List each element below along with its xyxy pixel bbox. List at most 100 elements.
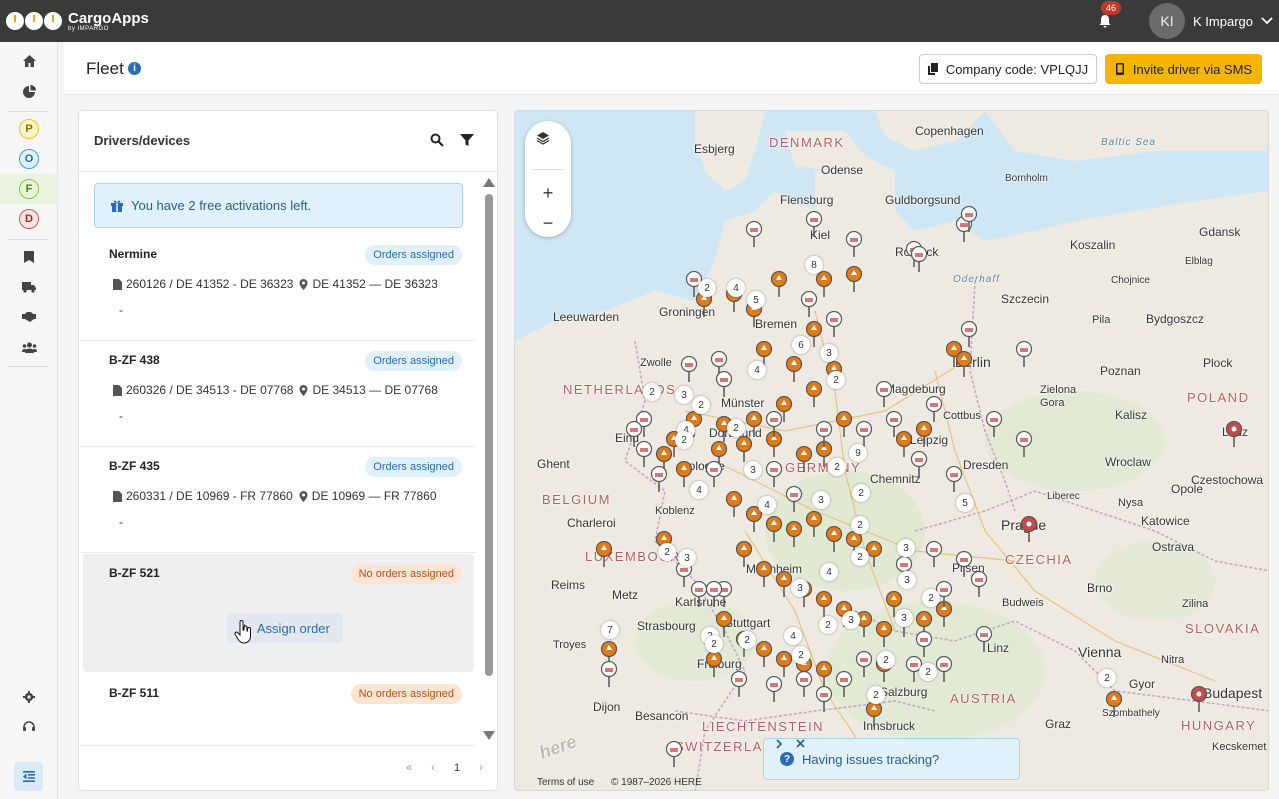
cluster-marker[interactable]: 3: [842, 611, 860, 629]
cluster-marker[interactable]: 2: [828, 458, 846, 476]
cluster-marker[interactable]: 4: [748, 361, 766, 379]
vehicle-marker[interactable]: [1225, 421, 1243, 447]
cluster-marker[interactable]: 3: [791, 579, 809, 597]
vehicle-marker[interactable]: [935, 656, 953, 682]
close-icon[interactable]: [796, 739, 805, 748]
cluster-marker[interactable]: 2: [792, 646, 810, 664]
cluster-marker[interactable]: 3: [820, 344, 838, 362]
cluster-marker[interactable]: 2: [675, 431, 693, 449]
cluster-marker[interactable]: 2: [705, 635, 723, 653]
vehicle-marker[interactable]: [825, 526, 843, 552]
vehicle-marker[interactable]: [925, 396, 943, 422]
cluster-marker[interactable]: 2: [1098, 669, 1116, 687]
cluster-marker[interactable]: 2: [738, 631, 756, 649]
vehicle-marker[interactable]: [910, 246, 928, 272]
cluster-marker[interactable]: 2: [727, 419, 745, 437]
user-menu[interactable]: KI K Impargo: [1149, 3, 1273, 39]
cluster-marker[interactable]: 2: [851, 516, 869, 534]
cluster-marker[interactable]: 2: [852, 484, 870, 502]
vehicle-marker[interactable]: [1020, 516, 1038, 542]
vehicle-marker[interactable]: [815, 591, 833, 617]
sidebar-item-vehicles[interactable]: [0, 272, 58, 302]
cluster-marker[interactable]: 2: [851, 548, 869, 566]
vehicle-marker[interactable]: [805, 211, 823, 237]
vehicle-marker[interactable]: [775, 651, 793, 677]
vehicle-marker[interactable]: [915, 631, 933, 657]
vehicle-marker[interactable]: [735, 541, 753, 567]
cluster-marker[interactable]: 4: [758, 496, 776, 514]
vehicle-marker[interactable]: [745, 221, 763, 247]
current-page[interactable]: 1: [445, 762, 469, 774]
notifications-button[interactable]: 46: [1095, 1, 1122, 31]
scroll-up-icon[interactable]: [483, 178, 495, 187]
vehicle-marker[interactable]: [705, 581, 723, 607]
driver-row[interactable]: Nermine Orders assigned 260126 / DE 4135…: [81, 235, 476, 341]
driver-row[interactable]: B-ZF 521 No orders assigned + Assign ord…: [83, 554, 474, 672]
vehicle-marker[interactable]: [665, 741, 683, 767]
vehicle-marker[interactable]: [1015, 341, 1033, 367]
tracking-help-banner[interactable]: ? Having issues tracking?: [763, 738, 1020, 780]
vehicle-marker[interactable]: [835, 411, 853, 437]
cluster-marker[interactable]: 7: [601, 621, 619, 639]
vehicle-marker[interactable]: [730, 671, 748, 697]
cluster-marker[interactable]: 3: [897, 539, 915, 557]
sidebar-collapse-button[interactable]: [14, 762, 43, 791]
next-page-button[interactable]: ›: [469, 762, 493, 774]
vehicle-marker[interactable]: [1190, 686, 1208, 712]
cluster-marker[interactable]: 3: [898, 571, 916, 589]
cluster-marker[interactable]: 9: [849, 444, 867, 462]
vehicle-marker[interactable]: [765, 516, 783, 542]
vehicle-marker[interactable]: [910, 451, 928, 477]
driver-row[interactable]: B-ZF 435 Orders assigned 260331 / DE 109…: [81, 447, 476, 553]
vehicle-marker[interactable]: [855, 651, 873, 677]
scrollbar[interactable]: [482, 178, 495, 743]
vehicle-marker[interactable]: [805, 511, 823, 537]
layers-button[interactable]: [536, 131, 560, 155]
vehicle-marker[interactable]: [800, 291, 818, 317]
cluster-marker[interactable]: 2: [658, 543, 676, 561]
scroll-down-icon[interactable]: [483, 731, 495, 740]
cluster-marker[interactable]: 5: [956, 494, 974, 512]
driver-row[interactable]: B-ZF 438 Orders assigned 260326 / DE 345…: [81, 341, 476, 447]
vehicle-marker[interactable]: [845, 266, 863, 292]
terms-link[interactable]: Terms of use: [537, 777, 594, 788]
vehicle-marker[interactable]: [835, 671, 853, 697]
vehicle-marker[interactable]: [650, 466, 668, 492]
vehicle-marker[interactable]: [705, 461, 723, 487]
vehicle-marker[interactable]: [805, 381, 823, 407]
vehicle-marker[interactable]: [735, 436, 753, 462]
vehicle-marker[interactable]: [955, 351, 973, 377]
cluster-marker[interactable]: 2: [819, 616, 837, 634]
cluster-marker[interactable]: 2: [698, 279, 716, 297]
cluster-marker[interactable]: 2: [877, 651, 895, 669]
vehicle-marker[interactable]: [770, 271, 788, 297]
vehicle-marker[interactable]: [845, 231, 863, 257]
cluster-marker[interactable]: 4: [690, 481, 708, 499]
filter-icon[interactable]: [460, 133, 474, 147]
cluster-marker[interactable]: 4: [727, 279, 745, 297]
vehicle-marker[interactable]: [625, 421, 643, 447]
sidebar-item-d[interactable]: D: [0, 204, 58, 234]
vehicle-marker[interactable]: [1105, 691, 1123, 717]
vehicle-marker[interactable]: [755, 641, 773, 667]
vehicle-marker[interactable]: [815, 421, 833, 447]
sidebar-item-partners[interactable]: [0, 302, 58, 332]
vehicle-marker[interactable]: [680, 356, 698, 382]
vehicle-marker[interactable]: [725, 491, 743, 517]
vehicle-marker[interactable]: [925, 541, 943, 567]
sidebar-item-o[interactable]: O: [0, 144, 58, 174]
vehicle-marker[interactable]: [960, 206, 978, 232]
sidebar-item-dashboard[interactable]: [0, 76, 58, 106]
vehicle-marker[interactable]: [865, 701, 883, 727]
vehicle-marker[interactable]: [985, 411, 1003, 437]
vehicle-marker[interactable]: [755, 561, 773, 587]
vehicle-marker[interactable]: [875, 381, 893, 407]
vehicle-marker[interactable]: [600, 661, 618, 687]
scroll-thumb[interactable]: [485, 194, 493, 676]
cluster-marker[interactable]: 2: [922, 589, 940, 607]
vehicle-marker[interactable]: [795, 446, 813, 472]
vehicle-marker[interactable]: [915, 421, 933, 447]
vehicle-marker[interactable]: [715, 371, 733, 397]
sidebar-item-p[interactable]: P: [0, 114, 58, 144]
cluster-marker[interactable]: 3: [895, 609, 913, 627]
